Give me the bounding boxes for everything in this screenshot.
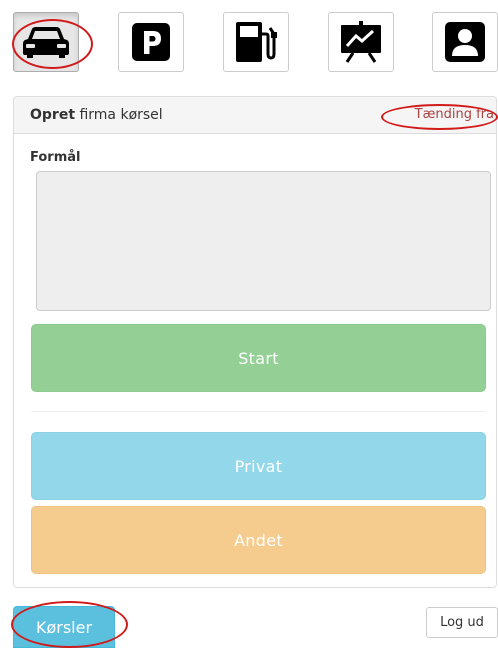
logout-button[interactable]: Log ud (426, 607, 498, 638)
statistics-button[interactable] (328, 12, 394, 72)
profile-button[interactable] (432, 12, 498, 72)
car-icon (22, 25, 70, 59)
divider (31, 411, 486, 412)
panel-heading: Opret firma kørsel Tænding fra (14, 97, 496, 134)
panel-title: Opret firma kørsel (30, 107, 163, 123)
start-button[interactable]: Start (31, 324, 486, 392)
statistics-board-icon (339, 21, 383, 63)
purpose-label: Formål (30, 150, 81, 165)
user-profile-icon (444, 21, 486, 63)
fuel-pump-icon (233, 20, 279, 64)
panel-title-action: Opret (30, 107, 76, 123)
panel-title-subject: firma kørsel (75, 107, 163, 123)
car-button[interactable] (13, 12, 79, 72)
parking-button[interactable] (118, 12, 184, 72)
purpose-input[interactable] (36, 171, 491, 311)
parking-icon (131, 22, 171, 62)
trips-button[interactable]: Kørsler (13, 606, 115, 648)
andet-button[interactable]: Andet (31, 506, 486, 574)
ignition-status: Tænding fra (414, 107, 494, 122)
create-trip-panel: Opret firma kørsel Tænding fra Formål St… (13, 96, 497, 588)
privat-button[interactable]: Privat (31, 432, 486, 500)
fuel-button[interactable] (223, 12, 289, 72)
